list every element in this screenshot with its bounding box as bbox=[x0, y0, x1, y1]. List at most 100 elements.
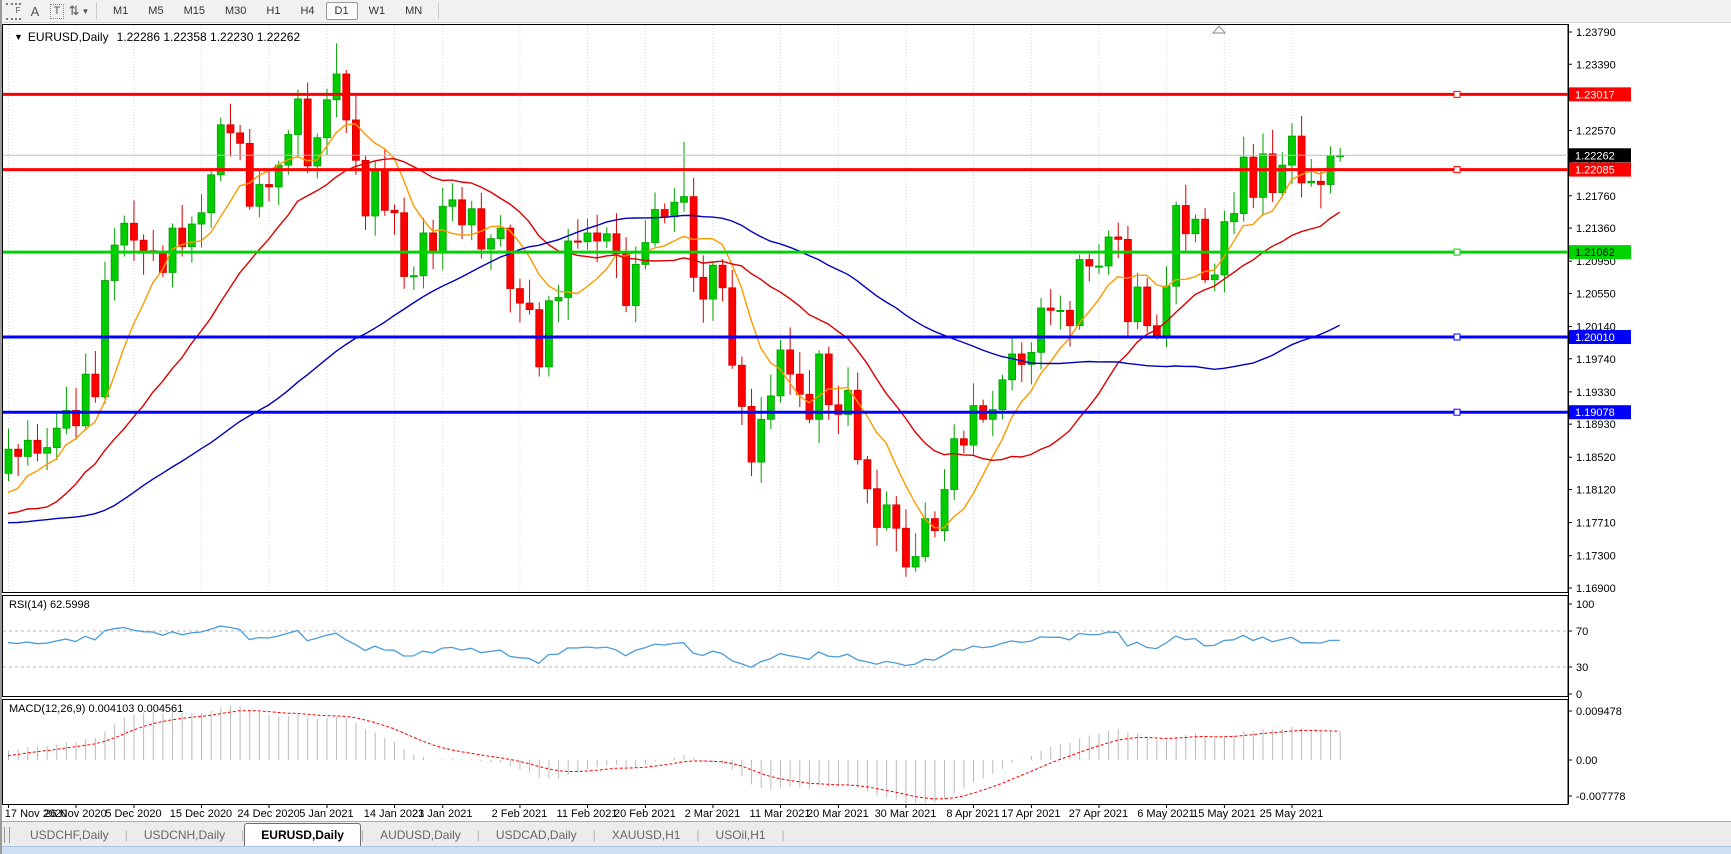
hline-price-label: 1.21062 bbox=[1575, 247, 1615, 259]
chart-tab-xauusd[interactable]: XAUUSD,H1 bbox=[596, 824, 697, 846]
date-label: 26 Nov 2020 bbox=[44, 808, 106, 820]
macd-scale[interactable]: 0.0094780.00-0.007778 bbox=[1568, 706, 1626, 803]
candle-body bbox=[671, 202, 678, 217]
chart-tab-audusd[interactable]: AUDUSD,Daily bbox=[364, 824, 477, 846]
symbol-dropdown-icon[interactable]: ▼ bbox=[14, 32, 23, 42]
candle-body bbox=[719, 265, 726, 288]
candle-body bbox=[430, 233, 437, 253]
candle-body bbox=[623, 254, 630, 306]
chart-canvas[interactable]: 1.237901.233901.229901.225701.221701.217… bbox=[2, 0, 1731, 821]
candle-body bbox=[82, 374, 89, 426]
candle-body bbox=[874, 489, 881, 528]
chart-title: ▼EURUSD,Daily1.22286 1.22358 1.22230 1.2… bbox=[14, 30, 300, 44]
candle-body bbox=[102, 281, 109, 397]
candle-body bbox=[34, 440, 41, 453]
price-tick-label: 1.21360 bbox=[1576, 223, 1616, 235]
candle-body bbox=[15, 449, 22, 456]
candle-body bbox=[1288, 136, 1295, 165]
tab-separator: | bbox=[782, 824, 785, 846]
hline-handle[interactable] bbox=[1454, 409, 1460, 415]
date-label: 2 Feb 2021 bbox=[492, 808, 548, 820]
candle-body bbox=[796, 374, 803, 394]
candle-body bbox=[690, 197, 697, 278]
candle-body bbox=[999, 380, 1006, 410]
chart-tab-eurusd[interactable]: EURUSD,Daily bbox=[244, 823, 361, 846]
candle-body bbox=[208, 175, 215, 213]
hline-handle[interactable] bbox=[1454, 91, 1460, 97]
candle-body bbox=[92, 374, 99, 397]
candle-body bbox=[227, 125, 234, 133]
candle-body bbox=[700, 277, 707, 299]
candle-body bbox=[1076, 260, 1083, 326]
candle-body bbox=[594, 233, 601, 241]
candle-body bbox=[1260, 154, 1267, 198]
candle-body bbox=[256, 184, 263, 206]
candle-body bbox=[555, 297, 562, 300]
candle-body bbox=[816, 354, 823, 419]
candle-body bbox=[806, 394, 813, 419]
candle-body bbox=[323, 100, 330, 138]
candle-body bbox=[574, 241, 581, 242]
candle-body bbox=[217, 125, 224, 175]
candle-body bbox=[1240, 157, 1247, 213]
candle-body bbox=[1144, 287, 1151, 326]
rsi-panel[interactable] bbox=[3, 596, 1569, 697]
price-tick-label: 1.23390 bbox=[1576, 59, 1616, 71]
price-tick-label: 1.19740 bbox=[1576, 354, 1616, 366]
chart-tab-usdcad[interactable]: USDCAD,Daily bbox=[480, 824, 593, 846]
chart-tab-usoil[interactable]: USOil,H1 bbox=[700, 824, 782, 846]
candle-body bbox=[111, 245, 118, 281]
candle-body bbox=[931, 519, 938, 531]
rsi-indicator-label: RSI(14) 62.5998 bbox=[9, 599, 90, 611]
price-tick-label: 1.16900 bbox=[1576, 583, 1616, 595]
price-tick-label: 1.23790 bbox=[1576, 27, 1616, 39]
candle-body bbox=[681, 197, 688, 203]
candle-body bbox=[565, 241, 572, 297]
price-tick-label: 1.20550 bbox=[1576, 288, 1616, 300]
candle-body bbox=[1173, 205, 1180, 286]
candle-body bbox=[951, 439, 958, 490]
hline-handle[interactable] bbox=[1454, 249, 1460, 255]
candle-body bbox=[5, 449, 12, 473]
chart-tab-usdcnh[interactable]: USDCNH,Daily bbox=[128, 824, 241, 846]
date-label: 15 Dec 2020 bbox=[170, 808, 232, 820]
hline-handle[interactable] bbox=[1454, 167, 1460, 173]
date-label: 8 Apr 2021 bbox=[946, 808, 999, 820]
rsi-scale[interactable]: 10070300 bbox=[1568, 599, 1594, 701]
chart-ohlc-values: 1.22286 1.22358 1.22230 1.22262 bbox=[117, 30, 301, 44]
candle-body bbox=[140, 240, 147, 250]
candle-body bbox=[1018, 354, 1025, 364]
date-label: 24 Dec 2020 bbox=[237, 808, 299, 820]
macd-panel[interactable] bbox=[3, 700, 1569, 805]
date-label: 17 Apr 2021 bbox=[1001, 808, 1060, 820]
candle-body bbox=[468, 209, 475, 225]
price-tick-label: 1.17710 bbox=[1576, 518, 1616, 530]
candle-body bbox=[266, 184, 273, 186]
hline-handle[interactable] bbox=[1454, 334, 1460, 340]
chart-tab-usdchf[interactable]: USDCHF,Daily bbox=[14, 824, 125, 846]
candle-body bbox=[632, 264, 639, 305]
price-tick-label: 1.18120 bbox=[1576, 485, 1616, 497]
time-scale[interactable]: 17 Nov 202026 Nov 20205 Dec 202015 Dec 2… bbox=[5, 804, 1323, 820]
candle-body bbox=[401, 213, 408, 277]
candle-body bbox=[333, 74, 340, 100]
date-label: 27 Apr 2021 bbox=[1069, 808, 1128, 820]
rsi-tick-label: 70 bbox=[1576, 626, 1588, 638]
macd-tick-label: 0.009478 bbox=[1576, 706, 1622, 718]
macd-tick-label: -0.007778 bbox=[1576, 791, 1626, 803]
date-label: 20 Mar 2021 bbox=[807, 808, 869, 820]
price-tick-label: 1.22570 bbox=[1576, 125, 1616, 137]
candle-body bbox=[488, 239, 495, 249]
date-label: 15 May 2021 bbox=[1192, 808, 1256, 820]
candle-body bbox=[449, 200, 456, 206]
candle-body bbox=[516, 289, 523, 304]
candle-body bbox=[459, 200, 466, 225]
main-chart-panel[interactable] bbox=[3, 25, 1569, 593]
candle-body bbox=[729, 288, 736, 365]
candle-body bbox=[652, 210, 659, 243]
date-label: 5 Dec 2020 bbox=[105, 808, 161, 820]
mt4-terminal-window: FAT⇅▼ M1M5M15M30H1H4D1W1MN ▼EURUSD,Daily… bbox=[0, 0, 1731, 854]
price-scale[interactable]: 1.237901.233901.229901.225701.221701.217… bbox=[1568, 27, 1631, 595]
rsi-tick-label: 0 bbox=[1576, 689, 1582, 701]
tab-bar-grip[interactable] bbox=[4, 827, 10, 843]
